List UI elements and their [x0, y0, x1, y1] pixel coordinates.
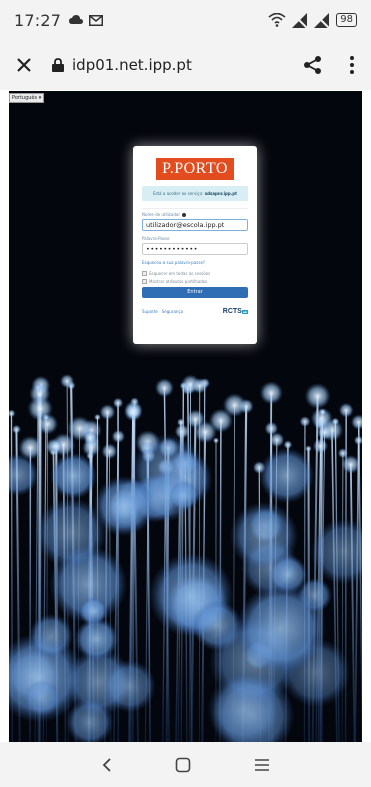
- login-button[interactable]: Entrar: [142, 287, 248, 298]
- battery-indicator: 98: [336, 13, 357, 27]
- lock-icon: [52, 58, 64, 72]
- username-label: Nome de utilizador: [142, 212, 248, 217]
- wifi-icon: [268, 13, 286, 27]
- info-icon[interactable]: [181, 212, 186, 217]
- support-link[interactable]: Suporte: [142, 309, 158, 314]
- forgot-password-link[interactable]: Esqueceu-a sua palavra-passe?: [142, 260, 248, 265]
- notice-service: sdsapnr.ipp.pt: [204, 191, 238, 196]
- username-input[interactable]: utilizador@escola.ipp.pt: [142, 219, 248, 231]
- share-icon[interactable]: [303, 55, 323, 75]
- clock: 17:27: [14, 10, 62, 30]
- rcts-logo-text: RCTS: [222, 308, 242, 315]
- back-icon[interactable]: [101, 757, 113, 773]
- signal-off-icon: [314, 12, 330, 28]
- notice-text: Está a aceder ao serviço:: [152, 191, 205, 196]
- login-card: P.PORTO Está a aceder ao serviço: sdsapn…: [133, 146, 257, 344]
- show-attributes-option[interactable]: Mostrar atributos partilhados: [142, 279, 248, 284]
- username-label-text: Nome de utilizador: [142, 212, 180, 217]
- signal-off-icon: [292, 12, 308, 28]
- status-bar: 17:27 98: [0, 0, 371, 40]
- forget-sessions-label: Esquecer em todas as sessões: [149, 271, 211, 276]
- recent-apps-icon[interactable]: [254, 758, 270, 772]
- divider: [142, 208, 248, 209]
- language-select[interactable]: Português ▾: [9, 93, 45, 103]
- password-label: Palavra-Passe: [142, 236, 170, 241]
- show-attributes-label: Mostrar atributos partilhados: [149, 279, 208, 284]
- system-nav-bar: [0, 742, 371, 787]
- forget-sessions-option[interactable]: Esquecer em todas as sessões: [142, 271, 248, 276]
- close-icon[interactable]: [16, 57, 32, 73]
- card-footer: Suporte Segurança RCTSaai: [142, 308, 248, 315]
- show-attributes-checkbox[interactable]: [142, 279, 147, 284]
- mail-icon: [89, 14, 104, 26]
- more-options-icon[interactable]: [349, 55, 355, 75]
- forget-sessions-checkbox[interactable]: [142, 271, 147, 276]
- service-notice: Está a aceder ao serviço: sdsapnr.ipp.pt: [142, 186, 248, 201]
- cloud-icon: [69, 15, 84, 24]
- url-text: idp01.net.ipp.pt: [72, 56, 192, 74]
- rcts-logo: RCTSaai: [223, 308, 248, 315]
- rcts-badge: aai: [241, 309, 248, 314]
- web-content: Português ▾ P.PORTO Está a aceder ao ser…: [9, 91, 362, 742]
- home-icon[interactable]: [175, 757, 191, 773]
- url-bar[interactable]: idp01.net.ipp.pt: [52, 56, 192, 74]
- p-porto-logo: P.PORTO: [156, 158, 234, 180]
- password-input[interactable]: ••••••••••••: [142, 243, 248, 255]
- security-link[interactable]: Segurança: [162, 309, 183, 314]
- browser-toolbar: idp01.net.ipp.pt: [0, 40, 371, 90]
